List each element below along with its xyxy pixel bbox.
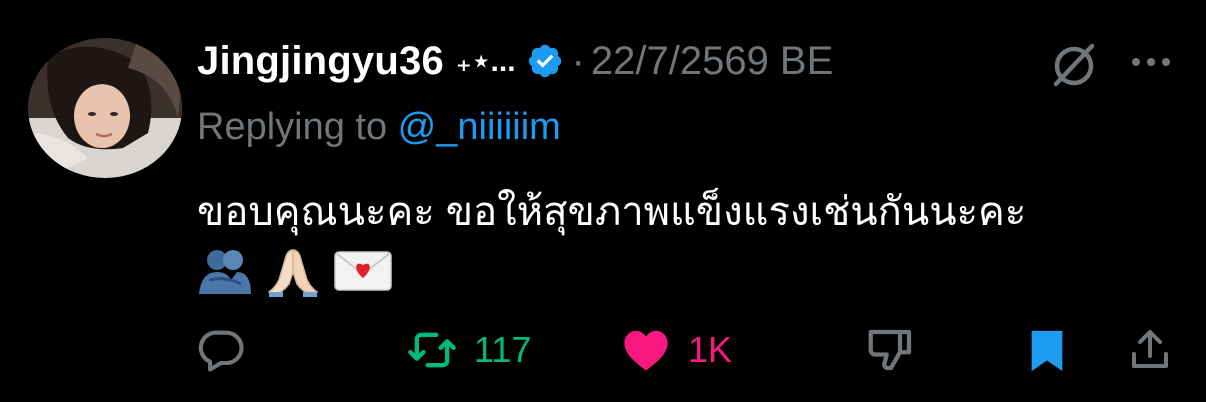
retweet-button[interactable]: 117 [404,320,531,380]
retweet-count: 117 [474,329,532,370]
folded-hands-icon [267,249,319,297]
timestamp[interactable]: 22/7/2569 BE [591,39,833,84]
tweet-header: Jingjingyu36 ₊⋆... · 22/7/2569 BE [197,38,833,84]
replying-to: Replying to @_niiiiiim [197,106,561,149]
replying-prefix: Replying to [197,106,398,148]
thumbs-down-icon [868,329,912,371]
dislike-button[interactable] [864,320,918,380]
action-bar: 117 1K [0,320,1206,380]
people-hugging-icon [199,250,251,294]
bookmark-icon [1031,330,1063,372]
share-button[interactable] [1126,320,1174,380]
retweet-icon [408,332,456,368]
reply-icon [198,330,244,372]
share-icon [1132,330,1168,368]
replying-handle-link[interactable]: @_niiiiiim [398,106,561,148]
avatar-image [28,38,182,178]
verified-badge-icon [526,42,564,80]
more-options-icon[interactable] [1128,44,1174,80]
bookmark-button[interactable] [1024,320,1070,380]
separator-dot: · [571,38,585,83]
display-name[interactable]: Jingjingyu36 [197,39,444,84]
reply-button[interactable] [196,320,248,380]
tweet-text: ขอบคุณนะคะ ขอให้สุขภาพแข็งแรงเช่นกันนะคะ [197,190,1027,234]
like-count: 1K [688,329,733,370]
like-button[interactable]: 1K [618,320,732,380]
avatar[interactable] [28,38,182,178]
emoji-row [197,245,393,297]
grok-icon[interactable] [1048,38,1100,90]
heart-icon [624,330,668,371]
love-letter-icon [334,251,392,291]
name-decoration: ₊⋆... [455,44,516,78]
